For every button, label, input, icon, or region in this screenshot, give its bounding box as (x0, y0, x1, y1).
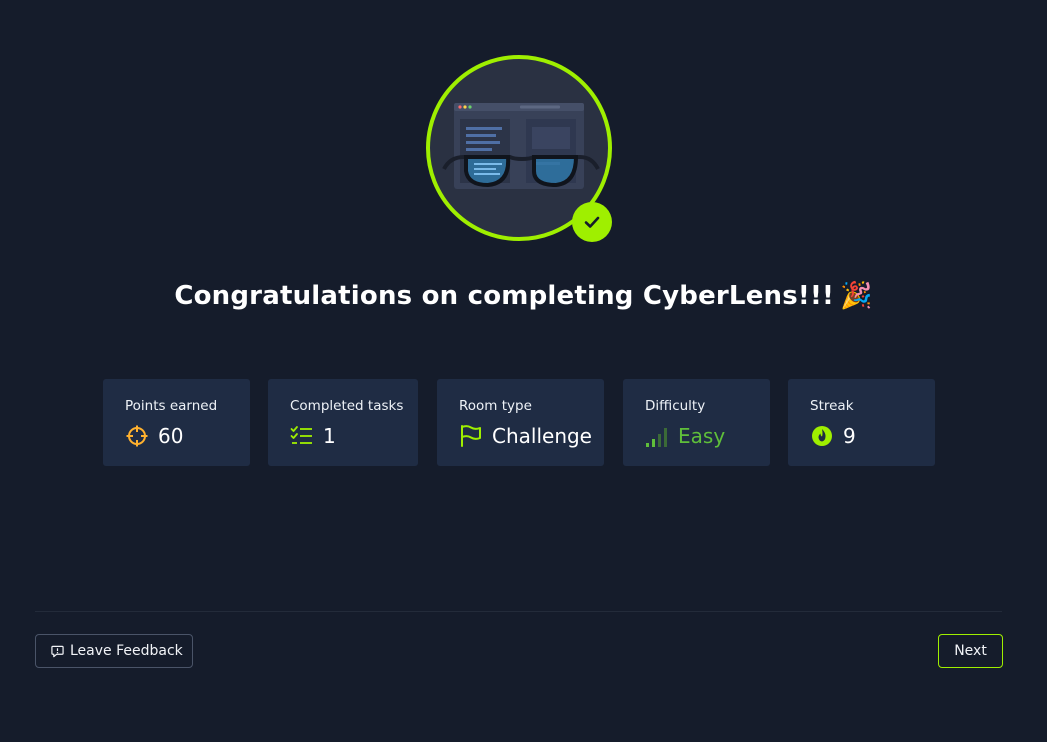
flag-icon (459, 424, 483, 448)
next-button[interactable]: Next (938, 634, 1003, 668)
stat-card-difficulty: Difficulty Easy (623, 379, 770, 466)
stat-value: 1 (323, 424, 336, 448)
stat-label: Room type (459, 398, 532, 414)
next-label: Next (954, 643, 987, 659)
stat-card-points: Points earned 60 (103, 379, 250, 466)
stat-value: 60 (158, 424, 184, 448)
leave-feedback-button[interactable]: Leave Feedback (35, 634, 193, 668)
page-title-text: Congratulations on completing CyberLens!… (174, 281, 835, 311)
room-badge (426, 55, 612, 242)
room-complete-page: Congratulations on completing CyberLens!… (0, 0, 1047, 742)
stat-card-room-type: Room type Challenge (437, 379, 604, 466)
feedback-icon (51, 645, 64, 657)
stat-value: 9 (843, 424, 856, 448)
check-icon (572, 202, 612, 242)
signal-bars-icon (645, 424, 669, 448)
page-title: Congratulations on completing CyberLens!… (0, 281, 1047, 311)
stat-label: Points earned (125, 398, 218, 414)
stat-label: Streak (810, 398, 854, 414)
stat-card-streak: Streak 9 (788, 379, 935, 466)
leave-feedback-label: Leave Feedback (70, 643, 183, 659)
stat-label: Difficulty (645, 398, 706, 414)
footer-divider (35, 611, 1002, 612)
stat-label: Completed tasks (290, 398, 404, 414)
checklist-icon (290, 424, 314, 448)
stat-card-tasks: Completed tasks 1 (268, 379, 418, 466)
stat-value: Challenge (492, 424, 592, 448)
flame-icon (810, 424, 834, 448)
crosshair-icon (125, 424, 149, 448)
stat-value: Easy (678, 424, 726, 448)
party-popper-icon: 🎉 (840, 281, 873, 311)
